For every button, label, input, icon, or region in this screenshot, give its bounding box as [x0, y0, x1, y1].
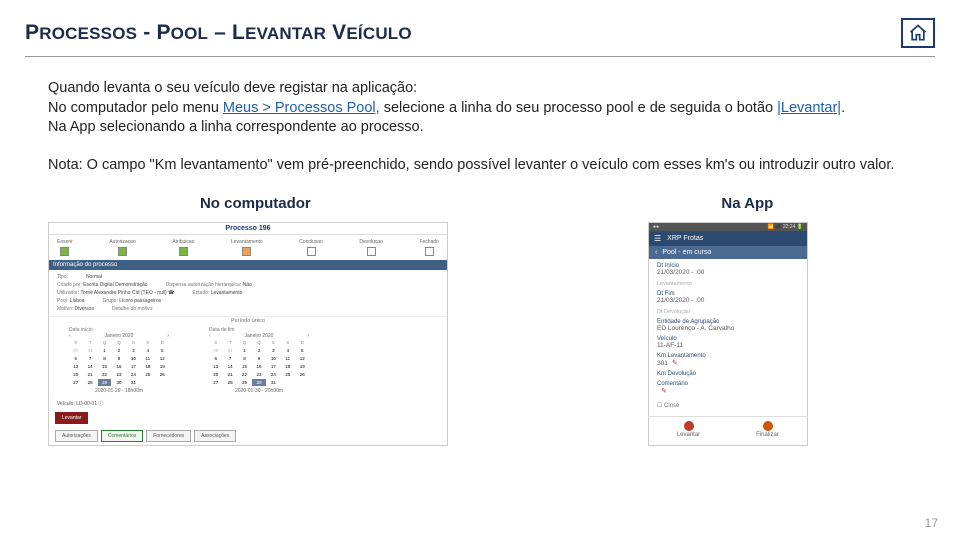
levantar-button-ref: |Levantar|: [777, 100, 841, 116]
levantar-button[interactable]: Levantar: [55, 412, 88, 424]
page-number: 17: [925, 516, 938, 530]
edit-icon[interactable]: ✎: [661, 388, 667, 395]
edit-icon[interactable]: ✎: [672, 360, 678, 367]
desktop-screenshot: Processo 196 Enserir Autorizacao Atribui…: [48, 222, 448, 446]
app-screenshot: ●●📶 ⚫ 22:24 🔋 ☰XRP Frotas ‹Pool - em cur…: [648, 222, 808, 446]
home-icon[interactable]: [901, 18, 935, 48]
app-subhead: Na App: [463, 195, 912, 212]
back-icon[interactable]: ‹: [655, 249, 657, 256]
app-levantar-button[interactable]: Levantar: [649, 417, 728, 442]
desktop-subhead: No computador: [48, 195, 463, 212]
intro-text: Quando levanta o seu veículo deve regist…: [0, 57, 960, 175]
hamburger-icon[interactable]: ☰: [654, 234, 661, 243]
app-finalizar-button[interactable]: Finalizar: [728, 417, 807, 442]
page-title: PROCESSOS - POOL – LEVANTAR VEÍCULO: [25, 21, 412, 45]
menu-path-link: Meus > Processos Pool,: [223, 100, 380, 116]
